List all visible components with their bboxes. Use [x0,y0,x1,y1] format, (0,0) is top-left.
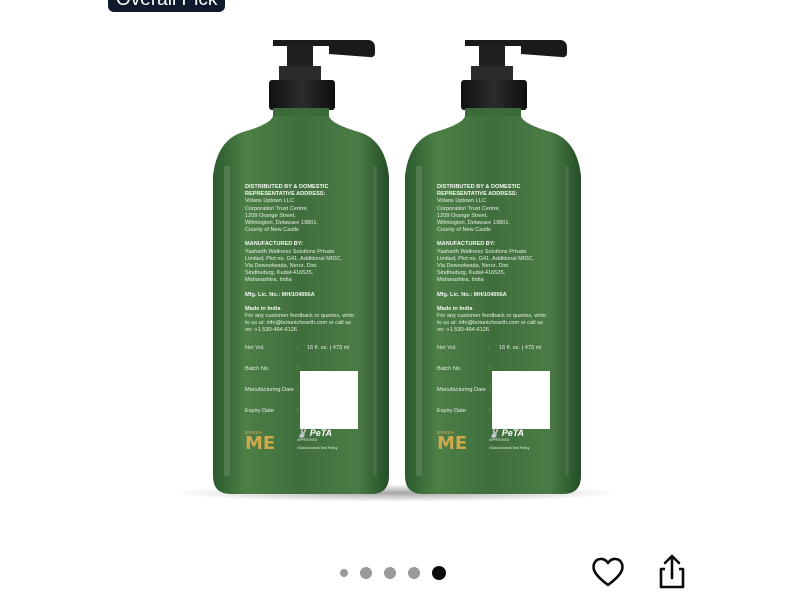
distributor-line: Volans Uptown LLC [437,198,487,205]
distributor-line: County of New Castle [245,227,300,234]
share-icon [659,554,685,589]
brand-logo: BRND• ME [437,429,468,454]
bottle-left: DISTRIBUTED BY & DOMESTIC REPRESENTATIVE… [209,36,393,498]
distributor-line: Corporation Trust Centre, [245,205,309,212]
carousel-indicator [340,566,446,580]
batch-sticker [492,370,550,429]
license-number: Mfg. Lic. No.: MH/104056A [437,291,507,298]
feedback-line: to us at: info@botanichearth.com or call… [245,320,352,327]
feedback-line: to us at: info@botanichearth.com or call… [437,320,544,327]
batch-label: Batch No. [245,365,270,372]
carousel-dot-3[interactable] [384,567,396,579]
batch-label: Batch No. [437,365,462,372]
label-logos: BRND• ME 🐰 PeTA APPROVED Global Animal T… [245,428,377,454]
manufacturer-line: Yasharth Wellness Solutions Private [245,248,335,255]
label-logos: BRND• ME 🐰 PeTA APPROVED Global Animal T… [437,428,569,454]
product-image[interactable]: DISTRIBUTED BY & DOMESTIC REPRESENTATIVE… [0,0,800,540]
manufacturer-line: Limited, Plot no. G41, Additional MIDC, [437,255,535,262]
manufacturer-heading: MANUFACTURED BY: [245,241,304,248]
bottle-label: DISTRIBUTED BY & DOMESTIC REPRESENTATIVE… [245,184,377,452]
manufacturer-line: Sindhudurg, Kudal-416525, [245,270,314,277]
heart-icon [592,557,624,587]
feedback-line: on: +1 530-464-6126 [245,327,298,334]
made-in: Made in India [245,305,281,312]
manufacturer-heading: MANUFACTURED BY: [437,241,496,248]
batch-info: Net Vol.:16 fl. oz. | 473 ml Batch No.: … [437,345,569,429]
made-in: Made in India [437,305,473,312]
manufacturer-line: Maharashtra, India [437,277,484,284]
peta-logo: 🐰 PeTA APPROVED Global Animal Test Polic… [297,428,338,450]
distributor-line: Volans Uptown LLC [245,198,295,205]
bottle-label: DISTRIBUTED BY & DOMESTIC REPRESENTATIVE… [437,184,569,452]
carousel-dot-1[interactable] [340,569,348,577]
distributor-line: Corporation Trust Centre, [437,205,501,212]
manufacturer-line: Yasharth Wellness Solutions Private [437,248,527,255]
distributor-heading: DISTRIBUTED BY & DOMESTIC REPRESENTATIVE… [437,184,521,198]
batch-sticker [300,370,358,429]
license-number: Mfg. Lic. No.: MH/104056A [245,291,315,298]
distributor-heading: DISTRIBUTED BY & DOMESTIC REPRESENTATIVE… [245,184,329,198]
carousel-dot-4[interactable] [408,567,420,579]
distributor-line: Wilmington, Delaware 19801, [437,220,511,227]
manufacturer-line: Maharashtra, India [245,277,292,284]
net-vol-value: 16 fl. oz. | 473 ml [499,344,542,351]
peta-logo: 🐰 PeTA APPROVED Global Animal Test Polic… [489,428,530,450]
net-vol-label: Net Vol. [245,344,265,351]
manufacturer-line: Via Dewoolwada, Nerur, Dist. [245,263,318,270]
distributor-line: County of New Castle [437,227,492,234]
mfg-date-label: Manufacturing Date [245,386,294,393]
feedback-line: on: +1 530-464-6126 [437,327,490,334]
feedback-line: For any customer feedback or queries, wr… [245,313,355,320]
net-vol-value: 16 fl. oz. | 473 ml [307,344,350,351]
distributor-line: 1209 Orange Street, [245,212,296,219]
batch-info: Net Vol.:16 fl. oz. | 473 ml Batch No.: … [245,345,377,429]
manufacturer-line: Sindhudurg, Kudal-416525, [437,270,506,277]
mfg-date-label: Manufacturing Date [437,386,486,393]
distributor-line: Wilmington, Delaware 19801, [245,220,319,227]
manufacturer-line: Limited, Plot no. G41, Additional MIDC, [245,255,343,262]
carousel-dot-5[interactable] [432,566,446,580]
carousel-dot-2[interactable] [360,567,372,579]
net-vol-label: Net Vol. [437,344,457,351]
favorite-button[interactable] [588,552,628,592]
bottle-right: DISTRIBUTED BY & DOMESTIC REPRESENTATIVE… [401,36,585,498]
manufacturer-line: Via Dewoolwada, Nerur, Dist. [437,263,510,270]
distributor-line: 1209 Orange Street, [437,212,488,219]
expiry-label: Expiry Date [437,407,466,414]
expiry-label: Expiry Date [245,407,274,414]
feedback-line: For any customer feedback or queries, wr… [437,313,547,320]
brand-logo: BRND• ME [245,429,276,454]
share-button[interactable] [652,552,692,592]
